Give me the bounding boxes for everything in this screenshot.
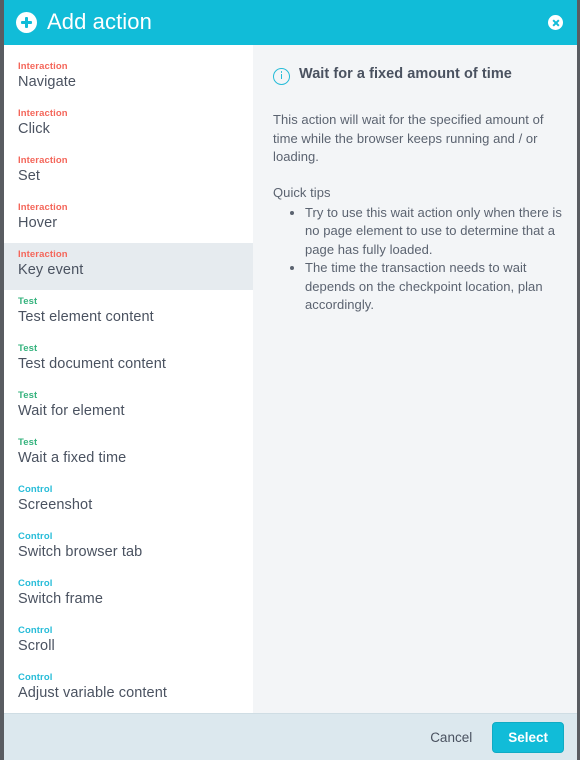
quick-tips-list: Try to use this wait action only when th… (273, 204, 562, 315)
action-item-category: Interaction (18, 202, 68, 213)
action-item-name: Hover (18, 215, 58, 231)
action-item-name: Navigate (18, 74, 77, 90)
cancel-button[interactable]: Cancel (420, 724, 482, 751)
close-circle-icon[interactable] (548, 15, 563, 30)
action-list-item[interactable]: Control Scroll (4, 619, 253, 666)
action-list-item[interactable]: Interaction Click (4, 102, 253, 149)
quick-tips-title: Quick tips (273, 184, 331, 200)
action-list-item[interactable]: Test Wait for element (4, 384, 253, 431)
plus-circle-icon (16, 12, 37, 33)
action-item-name: Switch frame (18, 591, 103, 607)
info-description: This action will wait for the specified … (273, 112, 544, 164)
action-list-item[interactable]: Control Switch browser tab (4, 525, 253, 572)
action-item-name: Adjust variable content (18, 685, 167, 701)
action-item-name: Switch browser tab (18, 544, 143, 560)
action-info-panel: Wait for a fixed amount of time This act… (253, 45, 577, 713)
dialog-body: Interaction Navigate Interaction Click Inter… (4, 45, 577, 713)
action-item-name: Wait for element (18, 403, 125, 419)
action-item-category: Control (18, 578, 53, 589)
info-circle-icon (273, 68, 290, 85)
quick-tip-item: The time the transaction needs to wait d… (305, 259, 562, 315)
quick-tip-item: Try to use this wait action only when th… (305, 204, 562, 260)
info-header: Wait for a fixed amount of time (273, 66, 562, 85)
action-item-category: Interaction (18, 108, 68, 119)
action-list-item[interactable]: Interaction Key event (4, 243, 253, 290)
action-item-name: Scroll (18, 638, 55, 654)
action-list-item[interactable]: Test Wait a fixed time (4, 431, 253, 478)
info-title: Wait for a fixed amount of time (299, 66, 512, 82)
action-item-name: Set (18, 168, 41, 184)
dialog-titlebar: Add action (4, 0, 577, 45)
action-item-category: Control (18, 672, 53, 683)
action-list-item[interactable]: Interaction Navigate (4, 55, 253, 102)
action-item-category: Control (18, 625, 53, 636)
action-list-item[interactable]: Interaction Hover (4, 196, 253, 243)
action-item-name: Screenshot (18, 497, 93, 513)
action-item-category: Interaction (18, 249, 68, 260)
action-item-category: Test (18, 296, 38, 307)
action-item-name: Click (18, 121, 50, 137)
action-item-name: Test element content (18, 309, 154, 325)
action-list-item[interactable]: Test Test document content (4, 337, 253, 384)
action-item-category: Control (18, 531, 53, 542)
action-item-category: Interaction (18, 61, 68, 72)
action-list-item[interactable]: Test Test element content (4, 290, 253, 337)
action-list-item[interactable]: Interaction Set (4, 149, 253, 196)
action-item-name: Test document content (18, 356, 166, 372)
action-list-item[interactable]: Control Adjust variable content (4, 666, 253, 713)
action-list-item[interactable]: Control Screenshot (4, 478, 253, 525)
action-list-item[interactable]: Control Switch frame (4, 572, 253, 619)
action-item-name: Wait a fixed time (18, 450, 127, 466)
dialog-footer: Cancel Select (4, 713, 577, 760)
action-list[interactable]: Interaction Navigate Interaction Click Inter… (4, 45, 253, 713)
action-item-category: Interaction (18, 155, 68, 166)
action-item-category: Test (18, 343, 38, 354)
action-item-category: Test (18, 390, 38, 401)
action-item-name: Key event (18, 262, 84, 278)
action-item-category: Test (18, 437, 38, 448)
dialog-title: Add action (47, 8, 152, 34)
add-action-dialog: Add action Interaction Navigate Interactio… (0, 0, 580, 760)
action-item-category: Control (18, 484, 53, 495)
select-button[interactable]: Select (492, 721, 564, 753)
